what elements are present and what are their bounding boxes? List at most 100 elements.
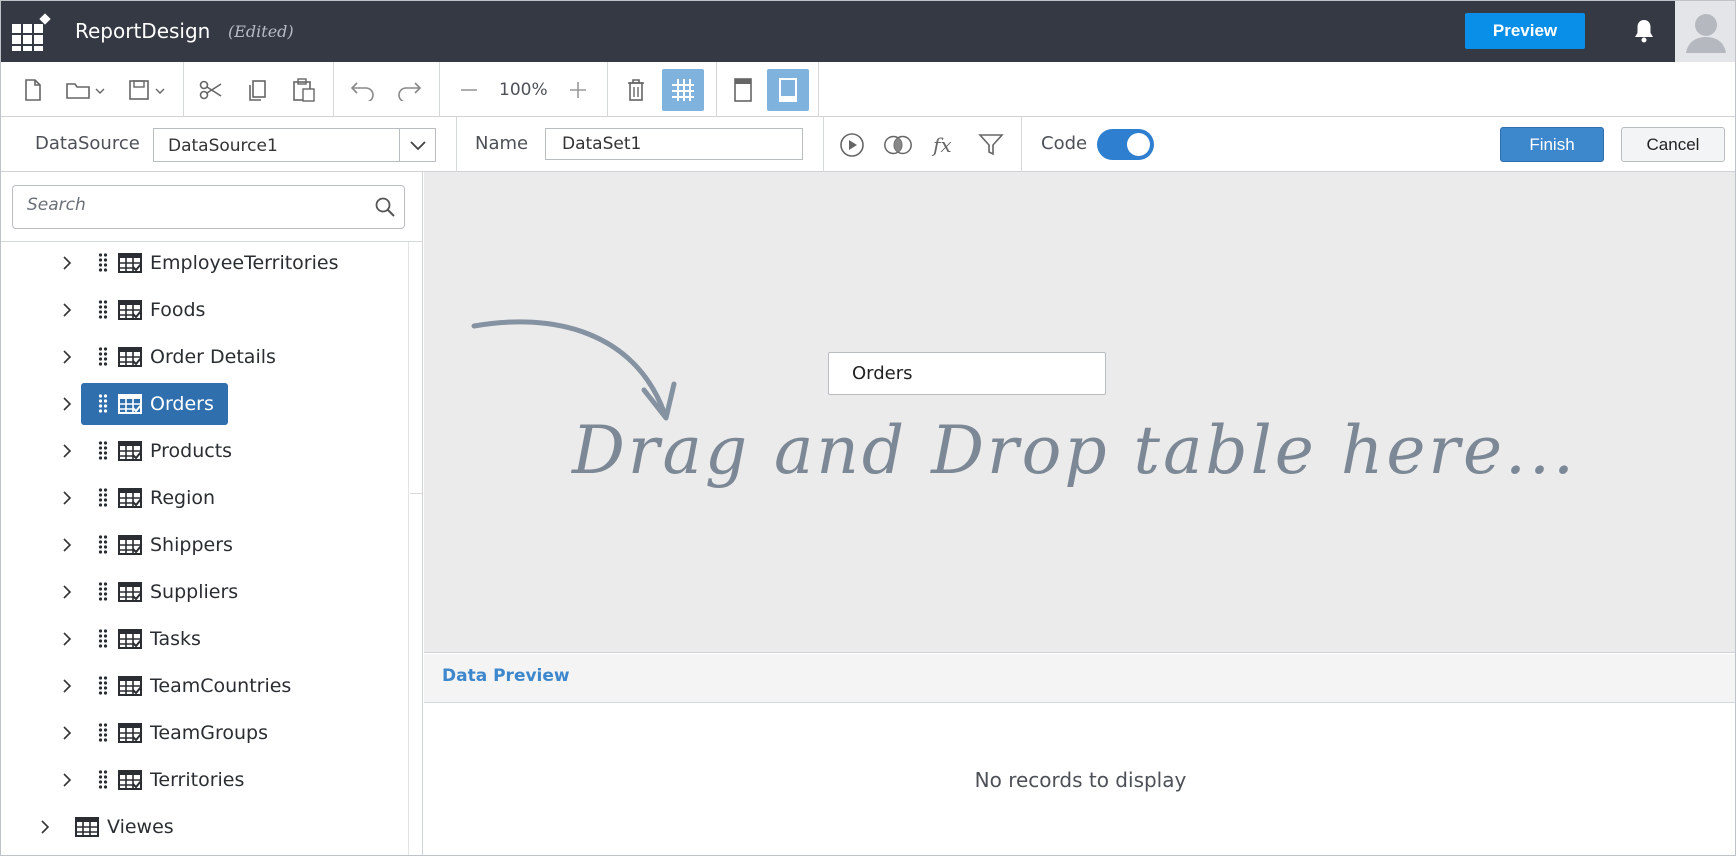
chevron-right-icon[interactable] [59, 772, 75, 788]
drag-handle-icon[interactable] [98, 722, 108, 742]
drag-handle-icon[interactable] [98, 299, 108, 319]
search-input[interactable] [27, 195, 347, 215]
table-icon [118, 535, 142, 555]
chevron-down-icon[interactable] [399, 129, 435, 161]
tree-item[interactable]: Order Details [1, 336, 408, 378]
new-file-icon[interactable] [17, 74, 49, 106]
edit-status: (Edited) [228, 22, 294, 41]
tree-item[interactable]: Orders [1, 383, 408, 425]
chevron-right-icon[interactable] [59, 537, 75, 553]
table-icon [118, 347, 142, 367]
table-icon [118, 582, 142, 602]
join-icon[interactable] [882, 129, 914, 161]
chevron-right-icon[interactable] [59, 255, 75, 271]
finish-button[interactable]: Finish [1500, 127, 1604, 162]
search-icon[interactable] [374, 196, 396, 218]
svg-text:fx: fx [931, 133, 952, 157]
table-icon [118, 253, 142, 273]
copy-icon[interactable] [241, 74, 273, 106]
tree-item[interactable]: TeamCountries [1, 665, 408, 707]
drag-handle-icon[interactable] [98, 487, 108, 507]
chevron-right-icon[interactable] [59, 349, 75, 365]
empty-message: No records to display [974, 768, 1187, 792]
tree-item-label: TeamGroups [150, 722, 268, 744]
zoom-in-icon[interactable] [562, 74, 594, 106]
page-footer-icon[interactable] [767, 69, 809, 111]
datasource-select-value: DataSource1 [168, 136, 278, 156]
app-launcher-icon[interactable] [12, 13, 51, 51]
drag-handle-icon[interactable] [98, 252, 108, 272]
code-toggle[interactable] [1097, 129, 1154, 160]
tree-item[interactable]: Products [1, 430, 408, 472]
table-icon [118, 441, 142, 461]
zoom-out-icon[interactable] [453, 74, 485, 106]
preview-button[interactable]: Preview [1465, 13, 1585, 49]
filter-icon[interactable] [975, 129, 1007, 161]
schema-sidebar: EmployeeTerritories Foods Order Details Ord… [1, 172, 423, 855]
table-card-orders[interactable]: Orders [828, 352, 1106, 395]
tree-item[interactable]: Tasks [1, 618, 408, 660]
drag-handle-icon[interactable] [98, 675, 108, 695]
run-query-icon[interactable] [836, 129, 868, 161]
drag-handle-icon[interactable] [98, 440, 108, 460]
expression-fx-icon[interactable]: fx [929, 129, 961, 161]
tree-item-label: Territories [150, 769, 245, 791]
chevron-right-icon[interactable] [59, 443, 75, 459]
drag-handle-icon[interactable] [98, 628, 108, 648]
chevron-right-icon[interactable] [59, 678, 75, 694]
undo-icon[interactable] [347, 74, 379, 106]
dataset-name-input[interactable] [545, 128, 803, 160]
tree-item-label: Region [150, 487, 216, 509]
redo-icon[interactable] [393, 74, 425, 106]
tree-group-label: Viewes [107, 816, 174, 838]
tree-item[interactable]: TeamGroups [1, 712, 408, 754]
search-box[interactable] [12, 185, 405, 229]
tree-group-views[interactable]: Viewes [1, 806, 408, 848]
chevron-right-icon[interactable] [59, 584, 75, 600]
tree-item[interactable]: Territories [1, 759, 408, 801]
open-folder-icon[interactable] [63, 74, 107, 106]
scrollbar-thumb[interactable] [410, 242, 422, 494]
drag-handle-icon[interactable] [98, 393, 108, 413]
app-header: ReportDesign (Edited) Preview [1, 1, 1735, 62]
tree-item[interactable]: Region [1, 477, 408, 519]
table-icon [118, 676, 142, 696]
save-icon[interactable] [125, 74, 169, 106]
drag-handle-icon[interactable] [98, 769, 108, 789]
paste-icon[interactable] [288, 74, 320, 106]
page-header-icon[interactable] [727, 74, 759, 106]
data-preview-panel: Data Preview No records to display [424, 654, 1735, 855]
tree-item-label: Foods [150, 299, 206, 321]
cancel-button[interactable]: Cancel [1621, 127, 1725, 162]
delete-icon[interactable] [620, 74, 652, 106]
drag-handle-icon[interactable] [98, 534, 108, 554]
view-table-icon [75, 817, 99, 837]
tree-item[interactable]: EmployeeTerritories [1, 242, 408, 284]
table-icon [118, 300, 142, 320]
chevron-right-icon[interactable] [37, 819, 53, 835]
chevron-right-icon[interactable] [59, 302, 75, 318]
datasource-select[interactable]: DataSource1 [153, 128, 436, 162]
chevron-right-icon[interactable] [59, 396, 75, 412]
chevron-right-icon[interactable] [59, 490, 75, 506]
tree-item-label: Suppliers [150, 581, 239, 603]
user-avatar[interactable] [1675, 1, 1735, 62]
query-design-canvas[interactable]: Orders Drag and Drop table here... [424, 172, 1735, 653]
tree-item[interactable]: Foods [1, 289, 408, 331]
tree-item[interactable]: Shippers [1, 524, 408, 566]
zoom-level[interactable]: 100% [499, 80, 548, 100]
drag-handle-icon[interactable] [98, 346, 108, 366]
datasource-label: DataSource [35, 133, 140, 154]
table-tree: EmployeeTerritories Foods Order Details Ord… [1, 242, 408, 855]
notification-bell-icon[interactable] [1632, 18, 1656, 44]
chevron-right-icon[interactable] [59, 725, 75, 741]
tree-item-label: Shippers [150, 534, 233, 556]
grid-lines-icon[interactable] [662, 69, 704, 111]
chevron-right-icon[interactable] [59, 631, 75, 647]
table-icon [118, 629, 142, 649]
code-label: Code [1041, 133, 1088, 154]
drag-handle-icon[interactable] [98, 581, 108, 601]
tree-item[interactable]: Suppliers [1, 571, 408, 613]
table-icon [118, 723, 142, 743]
cut-icon[interactable] [195, 74, 227, 106]
